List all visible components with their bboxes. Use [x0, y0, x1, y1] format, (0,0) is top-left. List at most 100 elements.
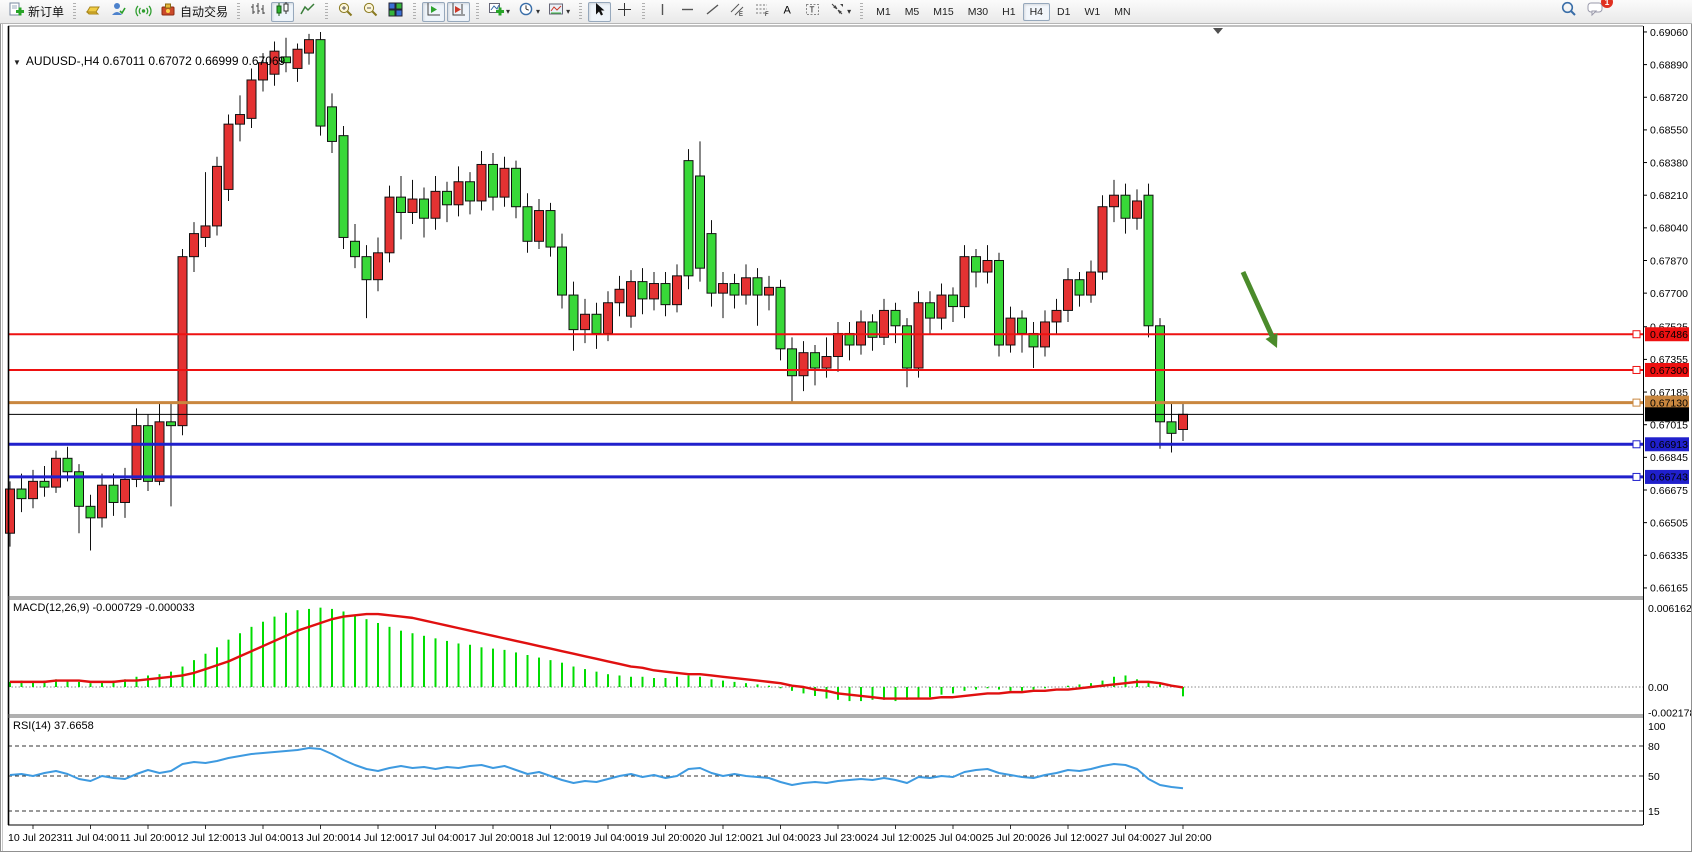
trader-button[interactable] — [107, 2, 130, 22]
cursor-button[interactable] — [588, 2, 611, 22]
candle-up — [604, 303, 613, 334]
candle-up — [190, 234, 199, 257]
autotrading-button[interactable]: 自动交易 — [157, 2, 231, 22]
candle-up — [1133, 201, 1142, 218]
candle-down — [397, 197, 406, 212]
timeframe-H1[interactable]: H1 — [995, 3, 1022, 21]
candle-up — [52, 458, 61, 487]
timeframe-D1[interactable]: D1 — [1050, 3, 1077, 21]
rsi-indicator-label: RSI(14) 37.6658 — [13, 720, 94, 732]
fibonacci-button[interactable]: F — [751, 2, 774, 22]
toolbar-separator — [237, 3, 240, 21]
candlestick-button[interactable] — [271, 2, 294, 22]
time-axis-label: 19 Jul 04:00 — [579, 832, 636, 844]
candle-down — [788, 349, 797, 376]
tile-windows-button[interactable] — [384, 2, 407, 22]
candle-up — [937, 295, 946, 318]
indicators-button[interactable]: ▾ — [485, 2, 513, 22]
templates-button[interactable]: ▾ — [545, 2, 573, 22]
zoom-out-button[interactable] — [359, 2, 382, 22]
periods-button[interactable]: ▾ — [515, 2, 543, 22]
timeframe-M30[interactable]: M30 — [961, 3, 995, 21]
svg-text:F: F — [765, 12, 769, 18]
timeframe-M5[interactable]: M5 — [898, 3, 927, 21]
zoom-out-icon — [362, 1, 379, 23]
line-handle[interactable] — [1633, 473, 1640, 480]
line-handle[interactable] — [1633, 441, 1640, 448]
candle-up — [627, 282, 636, 317]
price-axis-label: 0.68890 — [1650, 59, 1688, 71]
channel-button[interactable]: E — [726, 2, 749, 22]
candle-down — [638, 282, 647, 299]
candle-up — [1064, 280, 1073, 311]
symbol-ohlc-text: AUDUSD-,H4 0.67011 0.67072 0.66999 0.670… — [26, 54, 285, 68]
candle-up — [477, 164, 486, 200]
candle-up — [799, 353, 808, 376]
line-handle[interactable] — [1633, 366, 1640, 373]
arrows-button[interactable]: ▾ — [826, 2, 854, 22]
zoom-in-button[interactable] — [334, 2, 357, 22]
candle-down — [569, 295, 578, 330]
candle-down — [86, 506, 95, 518]
timeframe-W1[interactable]: W1 — [1077, 3, 1107, 21]
candle-down — [730, 284, 739, 296]
text-label-button[interactable]: T — [801, 2, 824, 22]
crosshair-button[interactable] — [613, 2, 636, 22]
chat-button[interactable]: 1 — [1586, 0, 1606, 23]
macd-axis-label: 0.006162 — [1648, 603, 1692, 615]
toolbar-separator — [476, 3, 479, 21]
price-axis-label: 0.66675 — [1650, 485, 1688, 497]
line-handle[interactable] — [1633, 399, 1640, 406]
toolbar-separator — [579, 3, 582, 21]
time-axis-label: 17 Jul 20:00 — [464, 832, 521, 844]
price-axis-label: 0.69060 — [1650, 27, 1688, 39]
toolbar-separator — [642, 3, 645, 21]
line-chart-button[interactable] — [296, 2, 319, 22]
timeframe-M15[interactable]: M15 — [926, 3, 960, 21]
candle-down — [903, 326, 912, 368]
timeframe-MN[interactable]: MN — [1107, 3, 1137, 21]
bar-chart-button[interactable] — [246, 2, 269, 22]
candle-down — [1156, 326, 1165, 422]
crosshair-icon — [616, 1, 633, 23]
vertical-line-button[interactable] — [651, 2, 674, 22]
horizontal-line-button[interactable] — [676, 2, 699, 22]
signal-button[interactable] — [132, 2, 155, 22]
time-axis-label: 10 Jul 2023 — [8, 832, 62, 844]
new-order-button[interactable]: 新订单 — [5, 2, 67, 22]
chat-badge: 1 — [1601, 0, 1613, 8]
timeframe-M1[interactable]: M1 — [869, 3, 898, 21]
time-axis-label: 20 Jul 12:00 — [694, 832, 751, 844]
vertical-line-icon — [654, 1, 671, 23]
svg-text:T: T — [810, 5, 815, 14]
auto-scroll-button[interactable] — [422, 2, 445, 22]
chart-shift-button[interactable] — [447, 2, 470, 22]
svg-text:A: A — [784, 4, 792, 16]
candle-down — [811, 353, 820, 368]
gold-button[interactable] — [82, 2, 105, 22]
text-button[interactable]: A — [776, 2, 799, 22]
search-icon[interactable] — [1560, 0, 1578, 23]
trendline-icon — [704, 1, 721, 23]
candle-down — [1167, 422, 1176, 434]
rsi-axis-label: 50 — [1648, 771, 1660, 783]
price-axis-label: 0.68040 — [1650, 223, 1688, 235]
autotrading-label: 自动交易 — [180, 3, 228, 20]
symbol-ohlc-line[interactable]: ▼AUDUSD-,H4 0.67011 0.67072 0.66999 0.67… — [13, 54, 285, 68]
bar-chart-icon — [249, 1, 266, 23]
candle-down — [523, 207, 532, 242]
candle-down — [443, 191, 452, 204]
candle-up — [742, 278, 751, 295]
trendline-button[interactable] — [701, 2, 724, 22]
candle-down — [684, 161, 693, 276]
price-axis-label: 0.68550 — [1650, 125, 1688, 137]
timeframe-H4[interactable]: H4 — [1023, 3, 1050, 21]
line-handle[interactable] — [1633, 331, 1640, 338]
candle-up — [1052, 310, 1061, 322]
time-axis-label: 27 Jul 20:00 — [1154, 832, 1211, 844]
trader-icon — [110, 1, 127, 23]
chat-icon — [1586, 5, 1606, 22]
candle-up — [581, 314, 590, 329]
candle-up — [224, 124, 233, 189]
gold-icon — [85, 1, 102, 23]
